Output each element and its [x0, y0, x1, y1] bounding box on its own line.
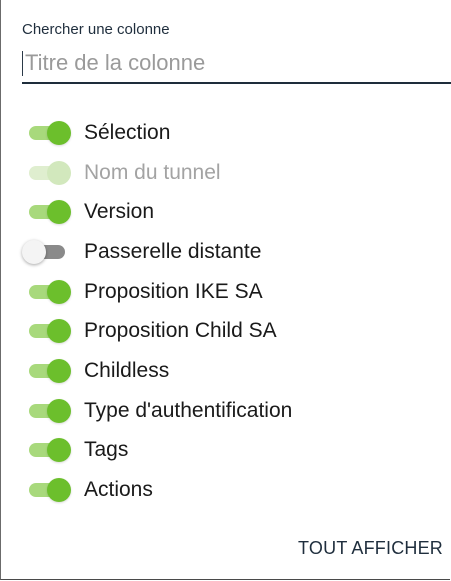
search-field[interactable] — [22, 46, 451, 84]
column-label: Type d'authentification — [84, 398, 293, 422]
column-label: Nom du tunnel — [84, 160, 221, 184]
column-label: Passerelle distante — [84, 239, 262, 263]
column-search: Chercher une colonne — [22, 20, 451, 84]
column-toggle-selection[interactable]: Sélection — [22, 113, 442, 153]
column-toggle-tags[interactable]: Tags — [22, 431, 442, 471]
switch-thumb — [47, 358, 71, 383]
switch-thumb — [22, 239, 46, 264]
show-all-button[interactable]: TOUT AFFICHER — [298, 538, 443, 559]
toggle-switch[interactable] — [22, 118, 74, 148]
toggle-switch[interactable] — [22, 158, 74, 188]
toggle-switch[interactable] — [22, 475, 74, 505]
toggle-switch[interactable] — [22, 237, 74, 267]
switch-thumb — [47, 160, 71, 185]
toggle-switch[interactable] — [22, 435, 74, 465]
toggle-switch[interactable] — [22, 316, 74, 346]
toggle-switch[interactable] — [22, 356, 74, 386]
column-toggle-tunnel-name[interactable]: Nom du tunnel — [22, 153, 442, 193]
column-label: Actions — [84, 478, 153, 502]
column-label: Version — [84, 200, 155, 224]
column-toggle-ike-sa-proposal[interactable]: Proposition IKE SA — [22, 272, 442, 312]
switch-thumb — [47, 279, 71, 304]
column-toggle-auth-type[interactable]: Type d'authentification — [22, 391, 442, 431]
column-label: Proposition Child SA — [84, 319, 277, 343]
column-toggle-child-sa-proposal[interactable]: Proposition Child SA — [22, 311, 442, 351]
toggle-switch[interactable] — [22, 396, 74, 426]
toggle-switch[interactable] — [22, 197, 74, 227]
column-label: Tags — [84, 438, 129, 462]
toggle-switch[interactable] — [22, 277, 74, 307]
switch-thumb — [47, 398, 71, 423]
switch-thumb — [47, 200, 71, 225]
column-label: Sélection — [84, 120, 171, 144]
column-label: Proposition IKE SA — [84, 279, 263, 303]
switch-thumb — [47, 478, 71, 503]
column-label: Childless — [84, 358, 170, 382]
column-toggle-childless[interactable]: Childless — [22, 351, 442, 391]
column-toggle-version[interactable]: Version — [22, 192, 442, 232]
column-toggle-list: Sélection Nom du tunnel Version Passerel… — [22, 113, 442, 510]
column-toggle-actions[interactable]: Actions — [22, 470, 442, 510]
switch-thumb — [47, 319, 71, 344]
search-label: Chercher une colonne — [22, 21, 170, 38]
column-selector-panel: Chercher une colonne Sélection Nom du tu… — [0, 0, 451, 580]
column-toggle-remote-gateway[interactable]: Passerelle distante — [22, 232, 442, 272]
search-input[interactable] — [22, 46, 451, 80]
switch-thumb — [47, 120, 71, 145]
switch-thumb — [47, 438, 71, 463]
